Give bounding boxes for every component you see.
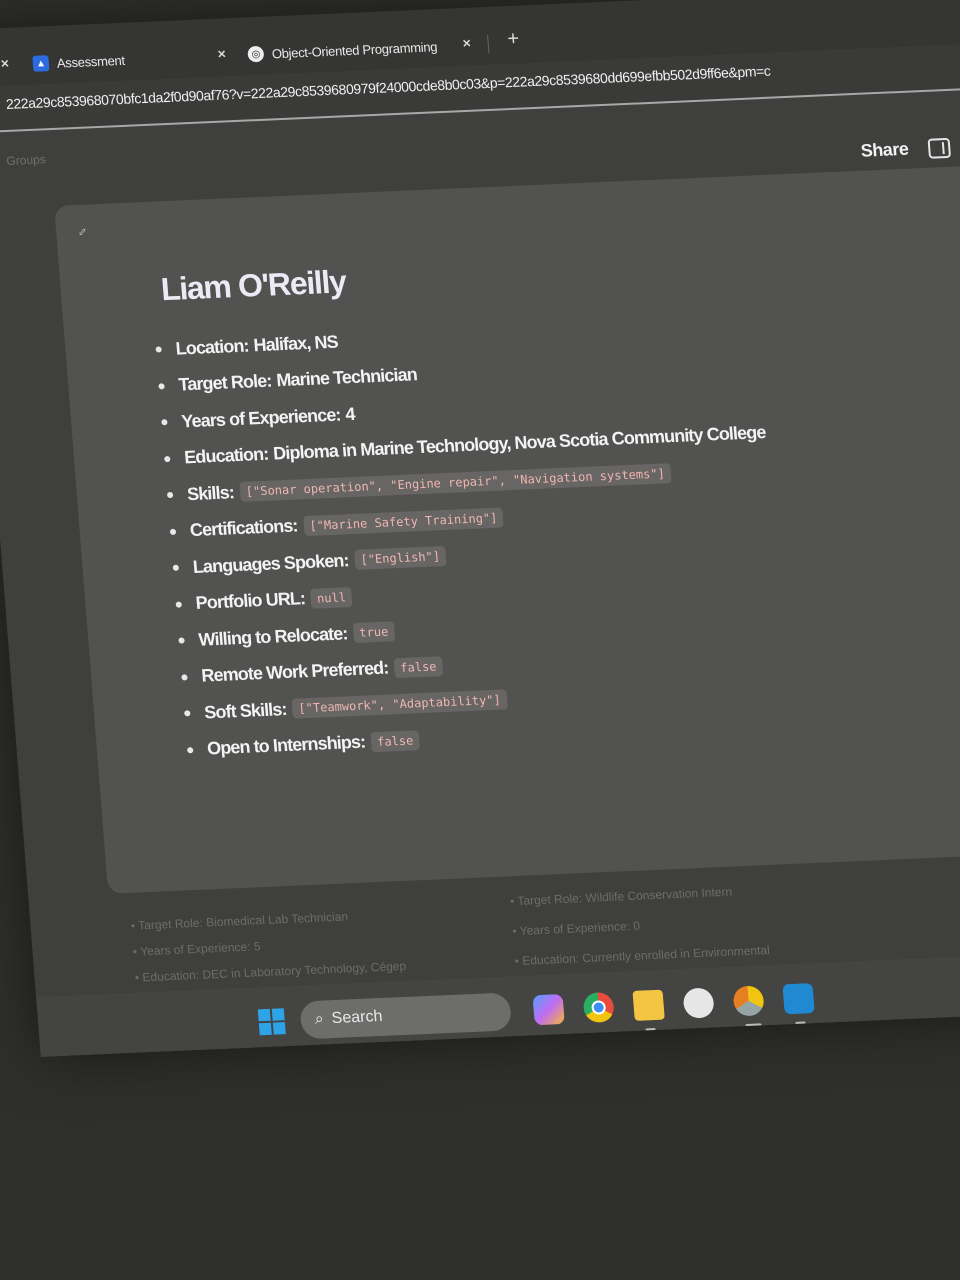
field-code-value: false — [393, 655, 444, 678]
field-code-value: ["English"] — [353, 546, 447, 571]
background-card-left[interactable]: Target Role: Biomedical Lab Technician Y… — [130, 901, 407, 991]
chrome-dev-icon[interactable] — [732, 985, 765, 1017]
share-button[interactable]: Share — [860, 139, 909, 162]
field-label: Open to Internships: — [206, 731, 366, 759]
search-icon: ⌕ — [314, 1010, 325, 1028]
running-indicator — [745, 1023, 762, 1028]
monitor-screen: × ▲ Assessment × ◎ Object-Oriented Progr… — [0, 0, 960, 1057]
field-code-value: ["Marine Safety Training"] — [302, 507, 505, 536]
page-header-actions: Share — [860, 135, 960, 162]
profile-name: Liam O'Reilly — [159, 263, 347, 308]
running-indicator — [645, 1027, 656, 1032]
new-tab-button[interactable]: + — [507, 28, 520, 51]
field-label: Willing to Relocate: — [197, 623, 349, 650]
tab-label: Assessment — [56, 52, 126, 71]
running-indicator — [795, 1021, 806, 1025]
slack-icon[interactable] — [682, 987, 715, 1019]
tab-close-icon[interactable]: × — [217, 45, 226, 61]
field-code-value: null — [310, 586, 353, 609]
search-label: Search — [331, 1007, 384, 1028]
field-value: Marine Technician — [275, 364, 418, 391]
tab-close-icon[interactable]: × — [0, 55, 9, 71]
field-label: Target Role: — [177, 370, 273, 395]
side-panel-icon[interactable] — [927, 137, 952, 159]
profile-fields: Location: Halifax, NS Target Role: Marine … — [154, 305, 789, 768]
field-label: Education: — [183, 443, 269, 468]
expand-icon[interactable]: ⇔ — [70, 220, 91, 241]
profile-card: ⇔ Liam O'Reilly Location: Halifax, NS Tar… — [54, 162, 960, 894]
field-value: Halifax, NS — [252, 331, 339, 356]
field-code-value: false — [370, 729, 421, 753]
file-explorer-icon[interactable] — [632, 989, 665, 1021]
field-label: Remote Work Preferred: — [200, 657, 390, 686]
vscode-icon[interactable] — [782, 983, 815, 1015]
field-value: 4 — [344, 403, 356, 425]
chrome-icon[interactable] — [582, 991, 615, 1024]
field-label: Languages Spoken: — [192, 550, 350, 577]
tab-assessment[interactable]: ▲ Assessment — [32, 43, 126, 81]
groups-label[interactable]: Groups — [6, 152, 46, 168]
background-card-right[interactable]: Target Role: Wildlife Conservation Inter… — [509, 875, 771, 976]
tab-close-icon[interactable]: × — [462, 35, 471, 51]
field-label: Certifications: — [189, 515, 299, 541]
openai-icon: ◎ — [247, 45, 265, 63]
tab-label: Object-Oriented Programming — [271, 38, 438, 61]
taskbar-search[interactable]: ⌕ Search — [299, 992, 513, 1040]
windows-start-icon[interactable] — [257, 1008, 286, 1036]
assessment-icon: ▲ — [32, 55, 50, 72]
field-label: Skills: — [186, 481, 235, 504]
tab-object-oriented-programming[interactable]: ◎ Object-Oriented Programming — [246, 29, 438, 71]
field-label: Soft Skills: — [203, 698, 288, 723]
tab-separator — [487, 34, 490, 53]
field-code-value: ["Teamwork", "Adaptability"] — [291, 689, 508, 719]
field-label: Years of Experience: — [180, 404, 342, 432]
field-code-value: true — [352, 621, 396, 644]
field-label: Location: — [174, 335, 250, 359]
field-label: Portfolio URL: — [194, 588, 306, 614]
copilot-icon[interactable] — [532, 994, 565, 1026]
